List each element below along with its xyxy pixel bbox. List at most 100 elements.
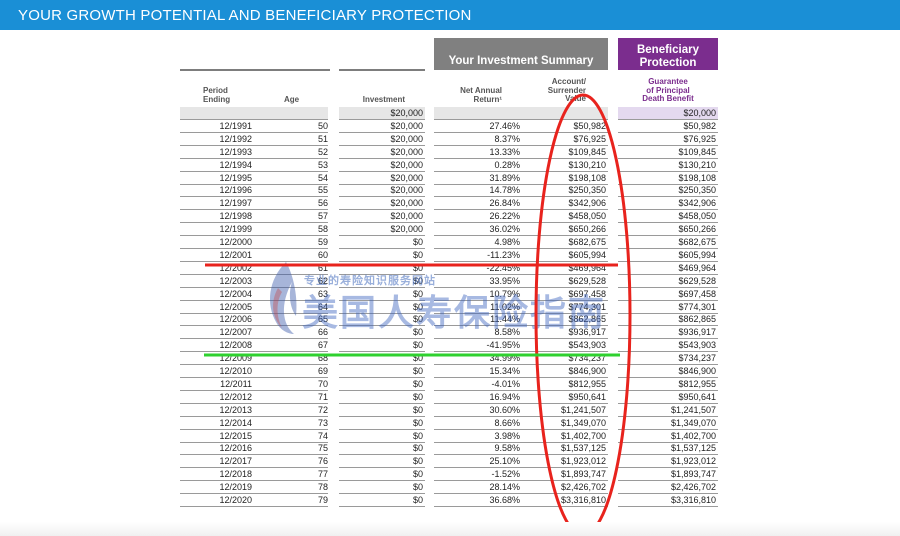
- column-header-period: Period Ending: [203, 86, 231, 104]
- return-header-line2: Return¹: [473, 94, 502, 104]
- cell-period: 12/2004: [180, 288, 252, 301]
- cell-period: 12/2008: [180, 339, 252, 353]
- table-row: 12/2017 76 $0 25.10% $1,923,012 $1,923,012: [0, 455, 900, 469]
- cell-return: -22.45%: [434, 262, 522, 275]
- table-row: 12/2010 69 $0 15.34% $846,900 $846,900: [0, 365, 900, 378]
- cell-value: $862,865: [522, 313, 608, 327]
- cell-period: 12/2017: [180, 455, 252, 469]
- cell-investment: $20,000: [339, 210, 425, 224]
- cell-return: -1.52%: [434, 468, 522, 482]
- cell-age: 66: [252, 326, 328, 340]
- cell-investment: $20,000: [339, 184, 425, 198]
- cell-investment: $0: [339, 378, 425, 391]
- cell-return: 14.78%: [434, 184, 522, 198]
- table-row: 12/2006 65 $0 11.44% $862,865 $862,865: [0, 313, 900, 327]
- cell-period: 12/2000: [180, 236, 252, 249]
- cell-period: 12/2013: [180, 404, 252, 417]
- cell-value: $1,923,012: [522, 455, 608, 469]
- cell-guarantee: $469,964: [618, 262, 718, 275]
- cell-guarantee: $950,641: [618, 391, 718, 404]
- table-row: 12/2002 61 $0 -22.45% $469,964 $469,964: [0, 262, 900, 275]
- period-header-line2: Ending: [203, 94, 231, 104]
- cell-age: 56: [252, 197, 328, 211]
- cell-guarantee: $629,528: [618, 275, 718, 288]
- cell-value: $458,050: [522, 210, 608, 224]
- cell-guarantee: $1,893,747: [618, 468, 718, 482]
- table-row: 12/1991 50 $20,000 27.46% $50,982 $50,982: [0, 120, 900, 133]
- investment-header-text: Investment: [362, 95, 405, 104]
- table-row: 12/2013 72 $0 30.60% $1,241,507 $1,241,507: [0, 404, 900, 417]
- cell-value: $109,845: [522, 146, 608, 159]
- account-header-line3: Value: [565, 94, 586, 103]
- page-banner: YOUR GROWTH POTENTIAL AND BENEFICIARY PR…: [0, 0, 900, 30]
- cell-guarantee: $458,050: [618, 210, 718, 224]
- cell-value: $543,903: [522, 339, 608, 353]
- cell-return: 36.68%: [434, 494, 522, 507]
- cell-value: $250,350: [522, 184, 608, 198]
- cell-return: 27.46%: [434, 120, 522, 133]
- table-row: 12/2011 70 $0 -4.01% $812,955 $812,955: [0, 378, 900, 391]
- cell-return: 4.98%: [434, 236, 522, 249]
- cell-guarantee: $812,955: [618, 378, 718, 391]
- table-row: 12/2019 78 $0 28.14% $2,426,702 $2,426,702: [0, 481, 900, 495]
- cell-investment: $0: [339, 301, 425, 314]
- header-rule-investment: [339, 69, 425, 71]
- table-row: 12/2008 67 $0 -41.95% $543,903 $543,903: [0, 339, 900, 353]
- cell-initial-value: [522, 107, 608, 120]
- cell-initial-guarantee: $20,000: [618, 107, 718, 120]
- cell-return: 8.58%: [434, 326, 522, 340]
- cell-guarantee: $1,537,125: [618, 442, 718, 456]
- beneficiary-label-line1: Beneficiary: [636, 44, 699, 56]
- cell-value: $1,349,070: [522, 417, 608, 430]
- cell-return: 8.66%: [434, 417, 522, 430]
- cell-guarantee: $50,982: [618, 120, 718, 133]
- cell-guarantee: $682,675: [618, 236, 718, 249]
- column-header-return: Net Annual Return¹: [440, 86, 502, 104]
- cell-age: 76: [252, 455, 328, 469]
- cell-investment: $0: [339, 455, 425, 469]
- cell-return: 25.10%: [434, 455, 522, 469]
- cell-investment: $20,000: [339, 120, 425, 133]
- cell-age: 52: [252, 146, 328, 159]
- table-row-initial: $20,000 $20,000: [0, 107, 900, 120]
- cell-period: 12/2011: [180, 378, 252, 391]
- cell-period: 12/2018: [180, 468, 252, 482]
- cell-value: $2,426,702: [522, 481, 608, 495]
- cell-investment: $0: [339, 313, 425, 327]
- cell-guarantee: $605,994: [618, 249, 718, 262]
- cell-return: 10.79%: [434, 288, 522, 301]
- cell-guarantee: $342,906: [618, 197, 718, 211]
- cell-guarantee: $543,903: [618, 339, 718, 353]
- table-row: 12/2020 79 $0 36.68% $3,316,810 $3,316,810: [0, 494, 900, 507]
- cell-age: 62: [252, 275, 328, 288]
- table-row: 12/1992 51 $20,000 8.37% $76,925 $76,925: [0, 133, 900, 146]
- cell-investment: $0: [339, 365, 425, 378]
- table-row: 12/1994 53 $20,000 0.28% $130,210 $130,210: [0, 159, 900, 172]
- cell-guarantee: $76,925: [618, 133, 718, 146]
- cell-value: $950,641: [522, 391, 608, 404]
- cell-guarantee: $734,237: [618, 352, 718, 366]
- cell-period: 12/1992: [180, 133, 252, 146]
- cell-return: 28.14%: [434, 481, 522, 495]
- cell-investment: $0: [339, 352, 425, 366]
- cell-value: $1,537,125: [522, 442, 608, 456]
- cell-age: 55: [252, 184, 328, 198]
- cell-return: 0.28%: [434, 159, 522, 172]
- cell-period: 12/1993: [180, 146, 252, 159]
- cell-return: 26.22%: [434, 210, 522, 224]
- cell-return: 16.94%: [434, 391, 522, 404]
- table-row: 12/2005 64 $0 11.02% $774,301 $774,301: [0, 301, 900, 314]
- cell-period: 12/2001: [180, 249, 252, 262]
- cell-return: 13.33%: [434, 146, 522, 159]
- cell-return: 31.89%: [434, 172, 522, 185]
- cell-return: -41.95%: [434, 339, 522, 353]
- cell-investment: $0: [339, 442, 425, 456]
- cell-initial-return: [434, 107, 522, 120]
- cell-period: 12/1999: [180, 223, 252, 237]
- investment-summary-header: Your Investment Summary: [434, 38, 608, 70]
- cell-investment: $0: [339, 468, 425, 482]
- cell-value: $605,994: [522, 249, 608, 262]
- cell-return: -11.23%: [434, 249, 522, 262]
- cell-value: $3,316,810: [522, 494, 608, 507]
- cell-value: $682,675: [522, 236, 608, 249]
